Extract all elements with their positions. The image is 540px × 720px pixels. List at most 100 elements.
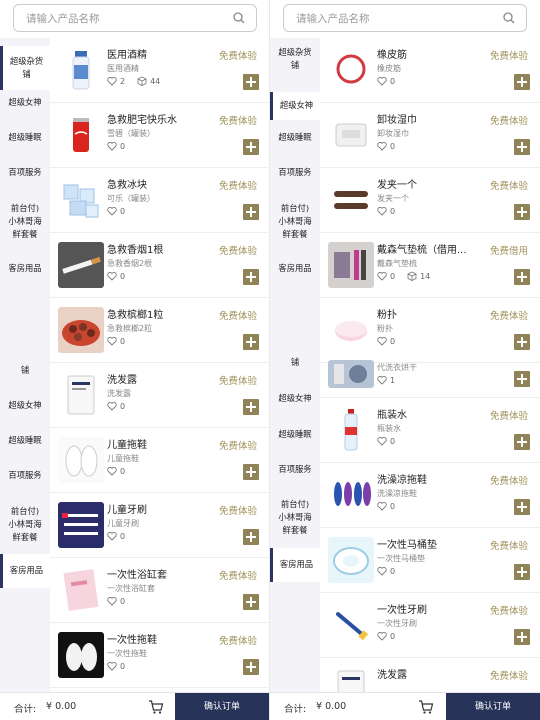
product-item[interactable]: 橡皮筋 橡皮筋 0 免费体验 <box>320 38 540 103</box>
product-tag: 免费体验 <box>489 606 528 617</box>
product-meta: 0 14 <box>377 271 430 281</box>
category-item[interactable]: 前台付) 小林哥海 鲜套餐 <box>0 202 50 246</box>
add-button[interactable] <box>243 269 259 285</box>
product-subtitle: 儿童拖鞋 <box>107 454 139 463</box>
product-image <box>328 472 374 518</box>
add-button[interactable] <box>243 399 259 415</box>
total-value: ¥ 0.00 <box>46 701 77 712</box>
product-item[interactable]: 急救香烟1根 急救香烟2根 0 免费体验 <box>50 233 269 298</box>
product-item[interactable]: 急救冰块 可乐（罐装） 0 免费体验 <box>50 168 269 233</box>
category-item[interactable]: 百项服务 <box>0 469 50 489</box>
product-tag: 免费体验 <box>489 476 528 487</box>
add-button[interactable] <box>243 464 259 480</box>
confirm-order-button[interactable]: 确认订单 <box>175 693 269 720</box>
category-item[interactable]: 超级睡眠 <box>0 131 50 151</box>
product-name: 医用酒精 <box>107 50 147 61</box>
total-label: 合计: <box>14 704 37 715</box>
product-subtitle: 一次性拖鞋 <box>107 649 147 658</box>
product-item[interactable]: 洗发露 洗发露 0 免费体验 <box>50 363 269 428</box>
category-item[interactable]: 铺 <box>270 356 320 372</box>
category-item[interactable]: 百项服务 <box>270 463 320 483</box>
add-button[interactable] <box>514 629 530 645</box>
product-item[interactable]: 急救槟榔1粒 急救槟榔2粒 0 免费体验 <box>50 298 269 363</box>
product-item[interactable]: 粉扑 粉扑 0 免费体验 <box>320 298 540 363</box>
heart-icon <box>377 437 387 446</box>
product-item[interactable]: 卸妆湿巾 卸妆湿巾 0 免费体验 <box>320 103 540 168</box>
product-item[interactable]: 瓶装水 瓶装水 0 免费体验 <box>320 398 540 463</box>
confirm-order-button[interactable]: 确认订单 <box>446 693 540 720</box>
product-image <box>58 437 104 483</box>
product-item[interactable]: 戴森气垫梳（借用... 戴森气垫梳 0 14 免费借用 <box>320 233 540 298</box>
product-item[interactable]: 儿童牙刷 儿童牙刷 0 免费体验 <box>50 493 269 558</box>
like-count: 0 <box>390 436 396 446</box>
product-item[interactable]: 一次性拖鞋 一次性拖鞋 0 免费体验 <box>50 623 269 688</box>
add-button[interactable] <box>243 659 259 675</box>
product-item[interactable]: 发夹一个 发夹一个 0 免费体验 <box>320 168 540 233</box>
category-label: 客房用品 <box>8 263 42 273</box>
add-button[interactable] <box>243 74 259 90</box>
product-item[interactable]: 儿童拖鞋 儿童拖鞋 0 免费体验 <box>50 428 269 493</box>
search-input[interactable]: 请输入产品名称 <box>283 4 527 32</box>
search-icon[interactable] <box>502 11 516 25</box>
product-subtitle: 雪碧（罐装） <box>107 129 155 138</box>
product-subtitle: 橡皮筋 <box>377 64 401 73</box>
search-icon[interactable] <box>232 11 246 25</box>
add-button[interactable] <box>514 434 530 450</box>
category-item[interactable]: 超级女神 <box>0 399 50 419</box>
add-button[interactable] <box>243 204 259 220</box>
product-subtitle: 急救香烟2根 <box>107 259 153 268</box>
category-item[interactable]: 超级杂货 铺 <box>270 46 320 76</box>
add-button[interactable] <box>243 334 259 350</box>
like-count: 0 <box>120 466 126 476</box>
product-item[interactable]: 代洗衣烘干 1 <box>320 358 540 398</box>
product-item[interactable]: 洗澡凉拖鞋 洗澡凉拖鞋 0 免费体验 <box>320 463 540 528</box>
bottom-bar: 合计: ¥ 0.00 确认订单 <box>0 692 269 720</box>
product-image <box>328 407 374 453</box>
add-button[interactable] <box>514 139 530 155</box>
product-name: 洗澡凉拖鞋 <box>377 475 427 486</box>
category-item[interactable]: 客房用品 <box>270 262 320 282</box>
add-button[interactable] <box>243 529 259 545</box>
add-button[interactable] <box>514 564 530 580</box>
product-name: 瓶装水 <box>377 410 407 421</box>
category-item[interactable]: 百项服务 <box>0 166 50 186</box>
product-item[interactable]: 一次性牙刷 一次性牙刷 0 免费体验 <box>320 593 540 658</box>
product-subtitle: 粉扑 <box>377 324 393 333</box>
category-item[interactable]: 客房用品 <box>0 262 50 282</box>
product-item[interactable]: 急救肥宅快乐水 雪碧（罐装） 0 免费体验 <box>50 103 269 168</box>
add-button[interactable] <box>514 499 530 515</box>
add-button[interactable] <box>243 139 259 155</box>
add-button[interactable] <box>514 204 530 220</box>
product-item[interactable]: 一次性马桶垫 一次性马桶垫 0 免费体验 <box>320 528 540 593</box>
product-meta: 0 <box>377 566 395 576</box>
category-item[interactable]: 铺 <box>0 364 50 380</box>
product-name: 卸妆湿巾 <box>377 115 417 126</box>
category-item[interactable]: 超级睡眠 <box>270 131 320 151</box>
search-input[interactable]: 请输入产品名称 <box>13 4 257 32</box>
box-icon <box>137 76 147 86</box>
category-item[interactable]: 超级女神 <box>270 92 320 120</box>
category-item[interactable]: 百项服务 <box>270 166 320 186</box>
add-button[interactable] <box>514 269 530 285</box>
add-button[interactable] <box>514 334 530 350</box>
category-item[interactable]: 超级睡眠 <box>270 428 320 448</box>
product-name: 洗发露 <box>377 670 407 681</box>
category-item[interactable]: 前台付) 小林哥海 鲜套餐 <box>270 498 320 542</box>
category-item[interactable]: 前台付) 小林哥海 鲜套餐 <box>0 505 50 549</box>
cart-icon[interactable] <box>148 699 164 715</box>
cart-icon[interactable] <box>418 699 434 715</box>
product-item[interactable]: 一次性浴缸套 一次性浴缸套 0 免费体验 <box>50 558 269 623</box>
category-item[interactable]: 超级睡眠 <box>0 434 50 454</box>
category-item[interactable]: 客房用品 <box>0 554 50 588</box>
category-item[interactable]: 超级女神 <box>270 392 320 412</box>
add-button[interactable] <box>514 371 530 387</box>
category-item[interactable]: 前台付) 小林哥海 鲜套餐 <box>270 202 320 246</box>
category-item[interactable]: 客房用品 <box>270 548 320 582</box>
add-button[interactable] <box>243 594 259 610</box>
category-item[interactable]: 超级杂货 铺 <box>0 46 50 90</box>
screen: 请输入产品名称 超级杂货 铺 超级女神 超级睡眠 百项服务 前台付) 小林哥海 … <box>0 0 540 720</box>
heart-icon <box>377 337 387 346</box>
category-item[interactable]: 超级女神 <box>0 96 50 116</box>
add-button[interactable] <box>514 74 530 90</box>
product-item[interactable]: 医用酒精 医用酒精 2 44 免费体验 <box>50 38 269 103</box>
